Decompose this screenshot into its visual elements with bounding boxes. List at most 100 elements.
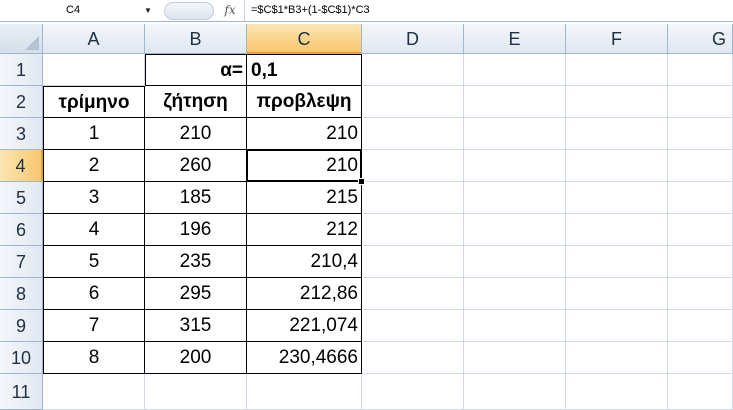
cell-d5[interactable] [362, 182, 464, 214]
cell-g8[interactable] [668, 278, 733, 310]
cell-c11[interactable] [247, 374, 362, 410]
row-header-5[interactable]: 5 [0, 182, 43, 214]
row-header-3[interactable]: 3 [0, 118, 43, 150]
cell-f10[interactable] [566, 342, 668, 374]
cell-e11[interactable] [464, 374, 566, 410]
cell-c7[interactable]: 210,4 [247, 246, 362, 278]
cell-c5[interactable]: 215 [247, 182, 362, 214]
cell-e1[interactable] [464, 54, 566, 86]
cell-e10[interactable] [464, 342, 566, 374]
cell-g5[interactable] [668, 182, 733, 214]
cell-f8[interactable] [566, 278, 668, 310]
cell-a11[interactable] [43, 374, 145, 410]
cell-c4[interactable]: 210 [247, 150, 362, 182]
cell-f7[interactable] [566, 246, 668, 278]
cell-a1[interactable] [43, 54, 145, 86]
row-header-1[interactable]: 1 [0, 54, 43, 86]
cell-e2[interactable] [464, 86, 566, 118]
cell-c2[interactable]: προβλεψη [247, 86, 362, 118]
cell-g4[interactable] [668, 150, 733, 182]
column-header-f[interactable]: F [566, 24, 668, 54]
cell-d7[interactable] [362, 246, 464, 278]
cell-e3[interactable] [464, 118, 566, 150]
row-header-10[interactable]: 10 [0, 342, 43, 374]
cell-e7[interactable] [464, 246, 566, 278]
cell-f5[interactable] [566, 182, 668, 214]
column-header-d[interactable]: D [362, 24, 464, 54]
cell-a8[interactable]: 6 [43, 278, 145, 310]
cell-e4[interactable] [464, 150, 566, 182]
name-box-dropdown-icon[interactable]: ▼ [144, 1, 152, 20]
cell-c6[interactable]: 212 [247, 214, 362, 246]
cell-b10[interactable]: 200 [145, 342, 247, 374]
cell-d10[interactable] [362, 342, 464, 374]
cell-f1[interactable] [566, 54, 668, 86]
cell-a2[interactable]: τρίμηνο [43, 86, 145, 118]
cell-d4[interactable] [362, 150, 464, 182]
row-header-4[interactable]: 4 [0, 150, 43, 182]
cell-f3[interactable] [566, 118, 668, 150]
cell-g2[interactable] [668, 86, 733, 118]
cell-d6[interactable] [362, 214, 464, 246]
cell-f2[interactable] [566, 86, 668, 118]
cell-b4[interactable]: 260 [145, 150, 247, 182]
cell-e9[interactable] [464, 310, 566, 342]
cell-e5[interactable] [464, 182, 566, 214]
cell-c3[interactable]: 210 [247, 118, 362, 150]
cell-g7[interactable] [668, 246, 733, 278]
cell-b9[interactable]: 315 [145, 310, 247, 342]
cell-f11[interactable] [566, 374, 668, 410]
cell-b1[interactable]: α= [145, 54, 247, 86]
cell-g9[interactable] [668, 310, 733, 342]
cell-b5[interactable]: 185 [145, 182, 247, 214]
formula-bar-resize-grip[interactable] [164, 2, 214, 20]
fill-handle[interactable] [358, 178, 365, 185]
cell-d8[interactable] [362, 278, 464, 310]
cell-g11[interactable] [668, 374, 733, 410]
cell-g1[interactable] [668, 54, 733, 86]
name-box[interactable]: C4 ▼ [0, 1, 155, 20]
insert-function-icon[interactable]: fx [218, 1, 242, 20]
row-header-6[interactable]: 6 [0, 214, 43, 246]
cell-b7[interactable]: 235 [145, 246, 247, 278]
row-header-9[interactable]: 9 [0, 310, 43, 342]
cell-f6[interactable] [566, 214, 668, 246]
cell-d3[interactable] [362, 118, 464, 150]
column-header-b[interactable]: B [145, 24, 247, 54]
cell-d2[interactable] [362, 86, 464, 118]
row-header-11[interactable]: 11 [0, 374, 43, 410]
column-header-a[interactable]: A [43, 24, 145, 54]
row-header-7[interactable]: 7 [0, 246, 43, 278]
row-header-2[interactable]: 2 [0, 86, 43, 118]
cell-a10[interactable]: 8 [43, 342, 145, 374]
cell-c1[interactable]: 0,1 [247, 54, 362, 86]
spreadsheet-grid[interactable]: A B C D E F G 1 2 3 4 5 6 7 8 9 10 11 α= 0,1 τρίμηνο… [0, 24, 733, 410]
cell-b2[interactable]: ζήτηση [145, 86, 247, 118]
cell-e8[interactable] [464, 278, 566, 310]
cell-a3[interactable]: 1 [43, 118, 145, 150]
cell-g6[interactable] [668, 214, 733, 246]
cell-d1[interactable] [362, 54, 464, 86]
column-header-e[interactable]: E [464, 24, 566, 54]
select-all-button[interactable] [0, 24, 43, 54]
cell-f4[interactable] [566, 150, 668, 182]
cell-b3[interactable]: 210 [145, 118, 247, 150]
cell-b11[interactable] [145, 374, 247, 410]
cell-a6[interactable]: 4 [43, 214, 145, 246]
cell-d11[interactable] [362, 374, 464, 410]
column-header-g[interactable]: G [668, 24, 733, 54]
cell-a5[interactable]: 3 [43, 182, 145, 214]
cell-c10[interactable]: 230,4666 [247, 342, 362, 374]
cell-b8[interactable]: 295 [145, 278, 247, 310]
cell-b6[interactable]: 196 [145, 214, 247, 246]
cell-g3[interactable] [668, 118, 733, 150]
cell-a9[interactable]: 7 [43, 310, 145, 342]
cell-d9[interactable] [362, 310, 464, 342]
cell-a4[interactable]: 2 [43, 150, 145, 182]
cell-c9[interactable]: 221,074 [247, 310, 362, 342]
cell-a7[interactable]: 5 [43, 246, 145, 278]
row-header-8[interactable]: 8 [0, 278, 43, 310]
cell-c8[interactable]: 212,86 [247, 278, 362, 310]
cell-e6[interactable] [464, 214, 566, 246]
cell-f9[interactable] [566, 310, 668, 342]
